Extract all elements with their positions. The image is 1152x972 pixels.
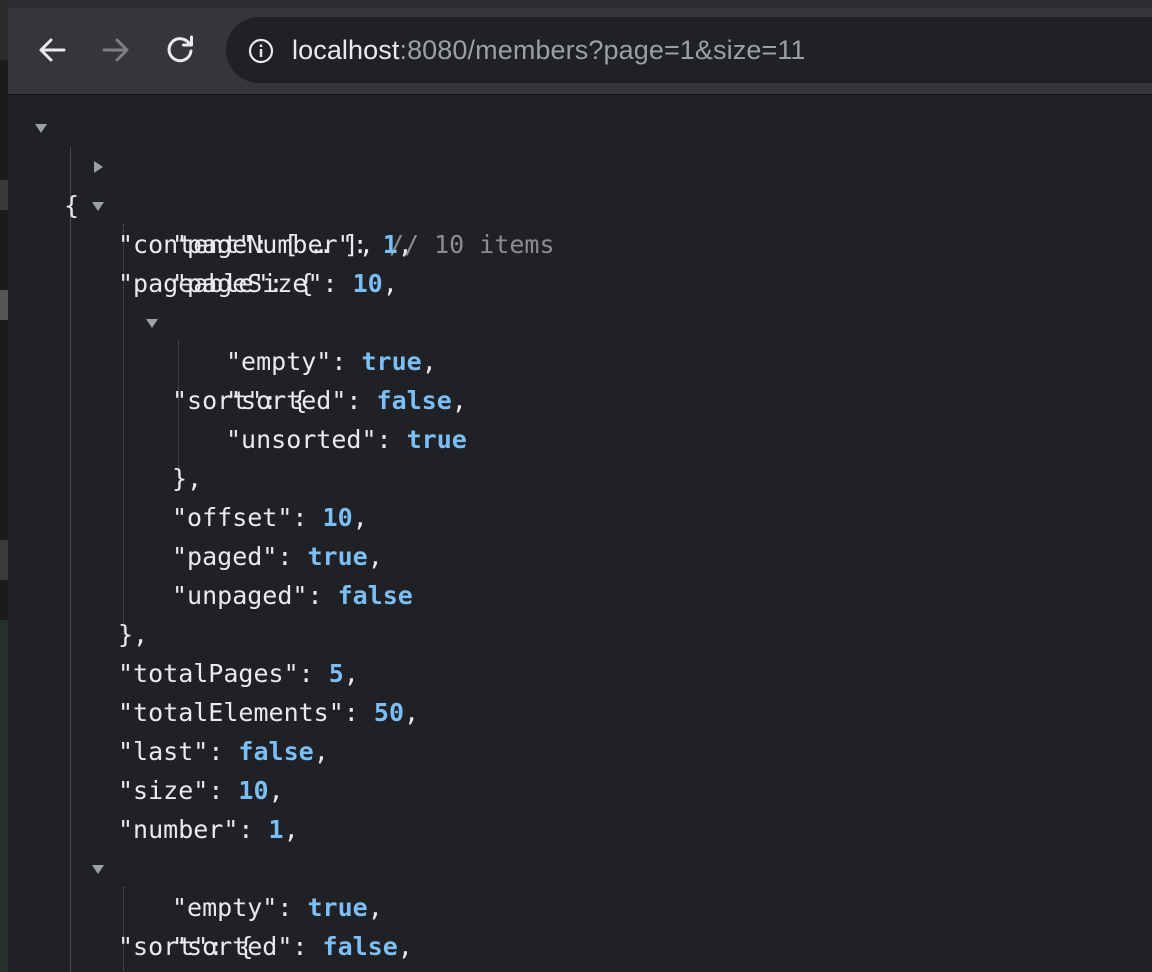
json-row-size: "size": 10, (118, 776, 284, 805)
json-row-number: "number": 1, (118, 815, 299, 844)
json-row-sort-root[interactable]: "sort": { (91, 849, 253, 961)
collapse-triangle-icon[interactable] (91, 199, 105, 213)
collapse-triangle-icon[interactable] (34, 121, 48, 135)
json-row-pageSize: "pageSize": 10, (172, 269, 398, 298)
json-close-sort: }, (172, 464, 203, 493)
expand-triangle-icon[interactable] (91, 160, 105, 174)
reload-button[interactable] (160, 30, 200, 70)
browser-toolbar: localhost:8080/members?page=1&size=11 (8, 0, 1152, 95)
json-row-sorted: "sorted": false, (226, 386, 467, 415)
json-row-totalElements: "totalElements": 50, (118, 698, 420, 727)
reload-icon (167, 35, 193, 63)
site-info-icon[interactable] (248, 38, 274, 69)
back-button[interactable] (32, 30, 72, 70)
background-window-strip (0, 0, 8, 972)
json-row-unpaged: "unpaged": false (172, 581, 413, 610)
back-arrow-icon (39, 38, 66, 62)
url-path: :8080/members?page=1&size=11 (399, 35, 806, 65)
json-row-last: "last": false, (118, 737, 329, 766)
json-row-pageNumber: "pageNumber": 1, (172, 230, 413, 259)
collapse-triangle-icon[interactable] (91, 862, 105, 876)
json-row-unsorted: "unsorted": true (226, 425, 467, 454)
json-root[interactable]: { (34, 108, 94, 220)
json-row-empty-root: "empty": true, (172, 893, 383, 922)
url-host: localhost (292, 35, 400, 65)
forward-button[interactable] (96, 30, 136, 70)
json-row-content[interactable]: "content": [ … ], // 10 items (91, 147, 555, 259)
json-row-pageable[interactable]: "pageable": { (91, 186, 314, 298)
json-close-pageable: }, (118, 620, 149, 649)
json-row-paged: "paged": true, (172, 542, 383, 571)
json-row-totalPages: "totalPages": 5, (118, 659, 359, 688)
json-row-sort[interactable]: "sort": { (145, 303, 307, 415)
collapse-triangle-icon[interactable] (145, 316, 159, 330)
forward-arrow-icon (102, 38, 129, 62)
url-text[interactable]: localhost:8080/members?page=1&size=11 (292, 33, 806, 67)
json-row-empty: "empty": true, (226, 347, 437, 376)
json-viewer: { "content": [ … ], // 10 items "pageabl… (8, 95, 1152, 972)
json-row-offset: "offset": 10, (172, 503, 368, 532)
json-row-sorted-root: "sorted": false, (172, 932, 413, 961)
address-bar[interactable]: localhost:8080/members?page=1&size=11 (226, 17, 1152, 83)
